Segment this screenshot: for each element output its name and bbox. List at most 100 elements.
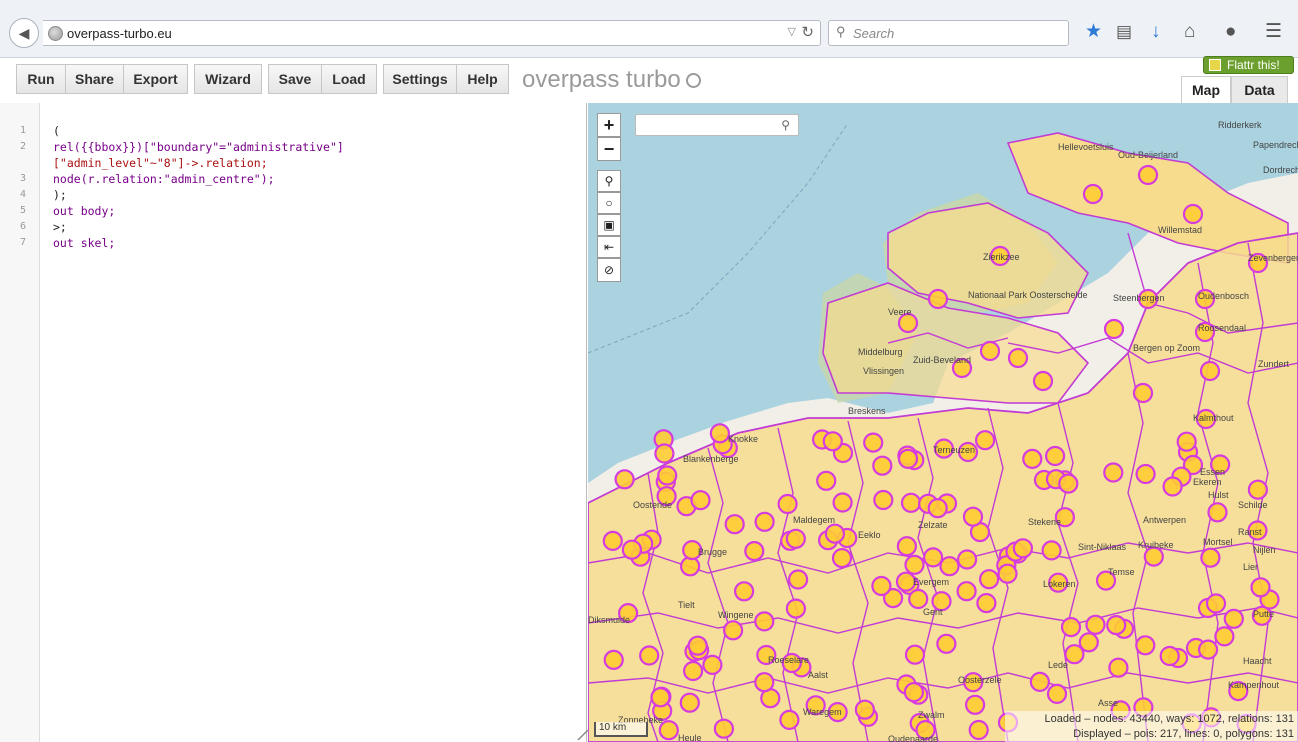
admin-centre-marker[interactable] xyxy=(976,593,997,614)
back-arrow-icon[interactable]: ◀ xyxy=(9,18,39,48)
admin-centre-marker[interactable] xyxy=(1082,183,1104,205)
admin-centre-marker[interactable] xyxy=(936,633,957,654)
zoom-out-button[interactable]: − xyxy=(597,137,621,161)
admin-centre-marker[interactable] xyxy=(896,536,917,557)
admin-centre-marker[interactable] xyxy=(1060,616,1082,638)
admin-centre-marker[interactable] xyxy=(1045,445,1066,467)
admin-centre-marker[interactable] xyxy=(903,682,924,703)
admin-centre-marker[interactable] xyxy=(1207,502,1228,523)
resize-handle[interactable] xyxy=(569,730,589,740)
admin-centre-marker[interactable] xyxy=(1214,626,1235,647)
admin-centre-marker[interactable] xyxy=(1162,476,1183,497)
admin-centre-marker[interactable] xyxy=(1176,431,1197,452)
admin-centre-marker[interactable] xyxy=(1012,538,1033,559)
admin-centre-marker[interactable] xyxy=(1007,347,1029,369)
admin-centre-marker[interactable] xyxy=(927,498,948,519)
share-button[interactable]: Share xyxy=(65,64,124,94)
admin-centre-marker[interactable] xyxy=(1032,370,1054,392)
admin-centre-marker[interactable] xyxy=(1103,462,1124,483)
admin-centre-marker[interactable] xyxy=(702,654,723,676)
locate-icon[interactable]: ○ xyxy=(597,192,621,214)
admin-centre-marker[interactable] xyxy=(968,719,989,741)
admin-centre-marker[interactable] xyxy=(621,539,643,560)
admin-centre-marker[interactable] xyxy=(602,530,623,551)
admin-centre-marker[interactable] xyxy=(1108,657,1129,678)
admin-centre-marker[interactable] xyxy=(939,556,960,577)
admin-centre-marker[interactable] xyxy=(822,431,843,452)
admin-centre-marker[interactable] xyxy=(734,581,755,602)
tab-data[interactable]: Data xyxy=(1231,76,1288,103)
admin-centre-marker[interactable] xyxy=(1205,593,1227,614)
admin-centre-marker[interactable] xyxy=(908,588,929,610)
admin-centre-marker[interactable] xyxy=(904,644,926,665)
admin-centre-marker[interactable] xyxy=(979,340,1001,362)
admin-centre-marker[interactable] xyxy=(1022,448,1043,469)
admin-centre-marker[interactable] xyxy=(788,569,809,590)
admin-centre-marker[interactable] xyxy=(1135,635,1156,656)
admin-centre-marker[interactable] xyxy=(863,432,884,453)
admin-centre-marker[interactable] xyxy=(1132,382,1154,404)
admin-centre-marker[interactable] xyxy=(1159,645,1180,667)
admin-centre-marker[interactable] xyxy=(785,528,806,549)
load-button[interactable]: Load xyxy=(321,64,377,94)
admin-centre-marker[interactable] xyxy=(897,448,919,469)
wizard-button[interactable]: Wizard xyxy=(194,64,262,94)
admin-centre-marker[interactable] xyxy=(871,575,892,597)
download-arrow-icon[interactable]: ↓ xyxy=(1151,22,1161,42)
admin-centre-marker[interactable] xyxy=(1041,540,1062,561)
admin-centre-marker[interactable] xyxy=(965,694,986,715)
admin-centre-marker[interactable] xyxy=(1078,632,1099,653)
map-view[interactable]: Hellevoetsluis Oud-Beijerland Ridderkerk Pa… xyxy=(588,103,1298,742)
menu-hamburger-icon[interactable]: ☰ xyxy=(1265,22,1282,42)
admin-centre-marker[interactable] xyxy=(650,687,671,708)
toggle-data-icon[interactable]: ⊘ xyxy=(597,258,621,282)
admin-centre-marker[interactable] xyxy=(904,554,925,575)
bookmark-star-icon[interactable]: ★ xyxy=(1085,22,1102,42)
admin-centre-marker[interactable] xyxy=(1197,639,1219,660)
admin-centre-marker[interactable] xyxy=(997,563,1018,584)
admin-centre-marker[interactable] xyxy=(975,430,996,451)
image-export-icon[interactable]: ▣ xyxy=(597,214,621,236)
admin-centre-marker[interactable] xyxy=(1103,318,1125,340)
reload-icon[interactable]: ↻ xyxy=(801,23,814,41)
export-button[interactable]: Export xyxy=(123,64,188,94)
admin-centre-marker[interactable] xyxy=(724,514,745,535)
reading-list-icon[interactable]: ▤ xyxy=(1116,22,1132,42)
map-canvas[interactable]: Hellevoetsluis Oud-Beijerland Ridderkerk Pa… xyxy=(588,103,1298,742)
help-button[interactable]: Help xyxy=(456,64,509,94)
admin-centre-marker[interactable] xyxy=(872,455,893,476)
admin-centre-marker[interactable] xyxy=(1247,479,1269,500)
admin-centre-marker[interactable] xyxy=(785,598,806,619)
admin-centre-marker[interactable] xyxy=(709,423,730,444)
admin-centre-marker[interactable] xyxy=(1200,547,1221,568)
admin-centre-marker[interactable] xyxy=(682,660,704,682)
admin-centre-marker[interactable] xyxy=(1182,203,1204,225)
admin-centre-marker[interactable] xyxy=(1250,577,1271,598)
map-search-input[interactable]: ⚲ xyxy=(635,114,799,136)
admin-centre-marker[interactable] xyxy=(1058,473,1079,494)
admin-centre-marker[interactable] xyxy=(824,523,845,544)
admin-centre-marker[interactable] xyxy=(831,548,853,569)
admin-centre-marker[interactable] xyxy=(679,556,701,577)
admin-centre-marker[interactable] xyxy=(957,549,978,570)
admin-centre-marker[interactable] xyxy=(1029,671,1050,693)
admin-centre-marker[interactable] xyxy=(779,709,800,731)
admin-centre-marker[interactable] xyxy=(1135,463,1156,485)
admin-centre-marker[interactable] xyxy=(854,699,875,720)
admin-centre-marker[interactable] xyxy=(927,288,949,310)
admin-centre-marker[interactable] xyxy=(777,493,798,515)
admin-centre-marker[interactable] xyxy=(1199,360,1221,382)
admin-centre-marker[interactable] xyxy=(657,465,678,486)
settings-button[interactable]: Settings xyxy=(383,64,457,94)
admin-centre-marker[interactable] xyxy=(979,569,1000,590)
code-editor[interactable]: 1 2 3 4 5 6 7 ( rel({{bbox}})["boundary"… xyxy=(0,103,589,742)
admin-centre-marker[interactable] xyxy=(679,692,700,713)
chat-bubble-icon[interactable]: ● xyxy=(1225,22,1236,42)
admin-centre-marker[interactable] xyxy=(614,469,635,490)
admin-centre-marker[interactable] xyxy=(923,547,944,568)
admin-centre-marker[interactable] xyxy=(687,635,708,656)
admin-centre-marker[interactable] xyxy=(816,470,837,491)
admin-centre-marker[interactable] xyxy=(690,490,711,511)
flattr-button[interactable]: Flattr this! xyxy=(1203,56,1294,74)
admin-centre-marker[interactable] xyxy=(754,672,775,693)
